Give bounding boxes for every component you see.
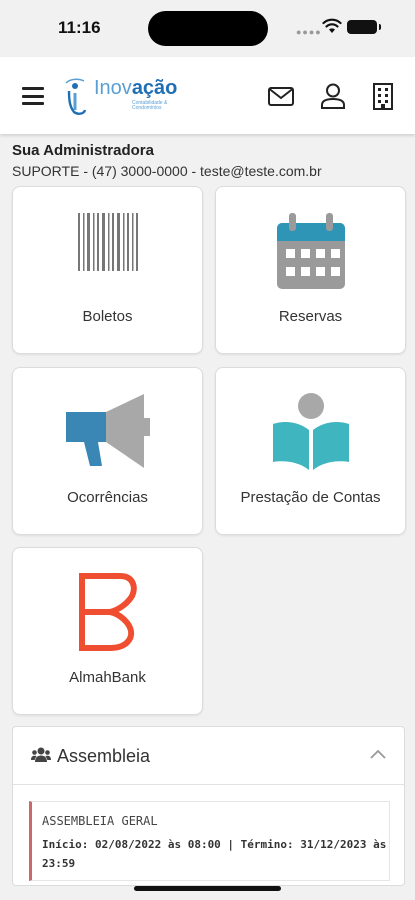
dynamic-island — [148, 11, 268, 46]
app-header: Inovação Contabilidade & Condomínios — [0, 57, 415, 134]
users-icon — [31, 747, 51, 762]
signal-icon: ●●●● — [296, 27, 322, 37]
reading-person-icon — [272, 393, 349, 470]
tile-label: Boletos — [82, 308, 133, 325]
home-indicator — [134, 886, 281, 891]
user-icon[interactable] — [318, 81, 348, 111]
barcode-icon — [77, 213, 138, 271]
status-time: 11:16 — [58, 18, 101, 37]
megaphone-icon — [65, 394, 150, 468]
wifi-icon — [322, 18, 342, 33]
administrator-title: Sua Administradora — [12, 142, 154, 159]
chevron-up-icon[interactable] — [370, 749, 386, 759]
status-bar: 11:16 ●●●● — [0, 0, 415, 57]
tile-prestacao-de-contas[interactable]: Prestação de Contas — [215, 367, 406, 535]
assembly-title: Assembleia — [57, 746, 151, 766]
menu-icon[interactable] — [22, 87, 44, 105]
assembly-panel: Assembleia ASSEMBLEIA GERAL Início: 02/0… — [12, 726, 405, 886]
inovacao-logo: Inovação Contabilidade & Condomínios — [64, 75, 184, 117]
tile-reservas[interactable]: Reservas — [215, 186, 406, 354]
tile-label: AlmahBank — [69, 669, 146, 686]
logo-mark-icon — [65, 78, 87, 115]
building-icon[interactable] — [368, 81, 398, 111]
tile-label: Prestação de Contas — [240, 489, 381, 506]
administrator-contact: SUPORTE - (47) 3000-0000 - teste@teste.c… — [12, 163, 322, 179]
event-dates: Início: 02/08/2022 às 08:00 | Término: 3… — [42, 838, 387, 870]
tile-label: Ocorrências — [67, 489, 148, 506]
battery-icon — [347, 20, 381, 34]
tile-boletos[interactable]: Boletos — [12, 186, 203, 354]
tile-label: Reservas — [278, 308, 343, 325]
calendar-icon — [276, 213, 345, 289]
tile-almahbank[interactable]: AlmahBank — [12, 547, 203, 715]
assembly-event-card[interactable]: ASSEMBLEIA GERAL Início: 02/08/2022 às 0… — [29, 801, 390, 881]
almahbank-logo-icon — [78, 573, 137, 651]
logo-subtext: Contabilidade & Condomínios — [132, 100, 168, 111]
logo-text: Inovação — [94, 77, 178, 99]
tile-ocorrencias[interactable]: Ocorrências — [12, 367, 203, 535]
assembly-header[interactable]: Assembleia — [13, 727, 404, 785]
mail-icon[interactable] — [266, 81, 296, 111]
event-title: ASSEMBLEIA GERAL — [42, 814, 158, 828]
